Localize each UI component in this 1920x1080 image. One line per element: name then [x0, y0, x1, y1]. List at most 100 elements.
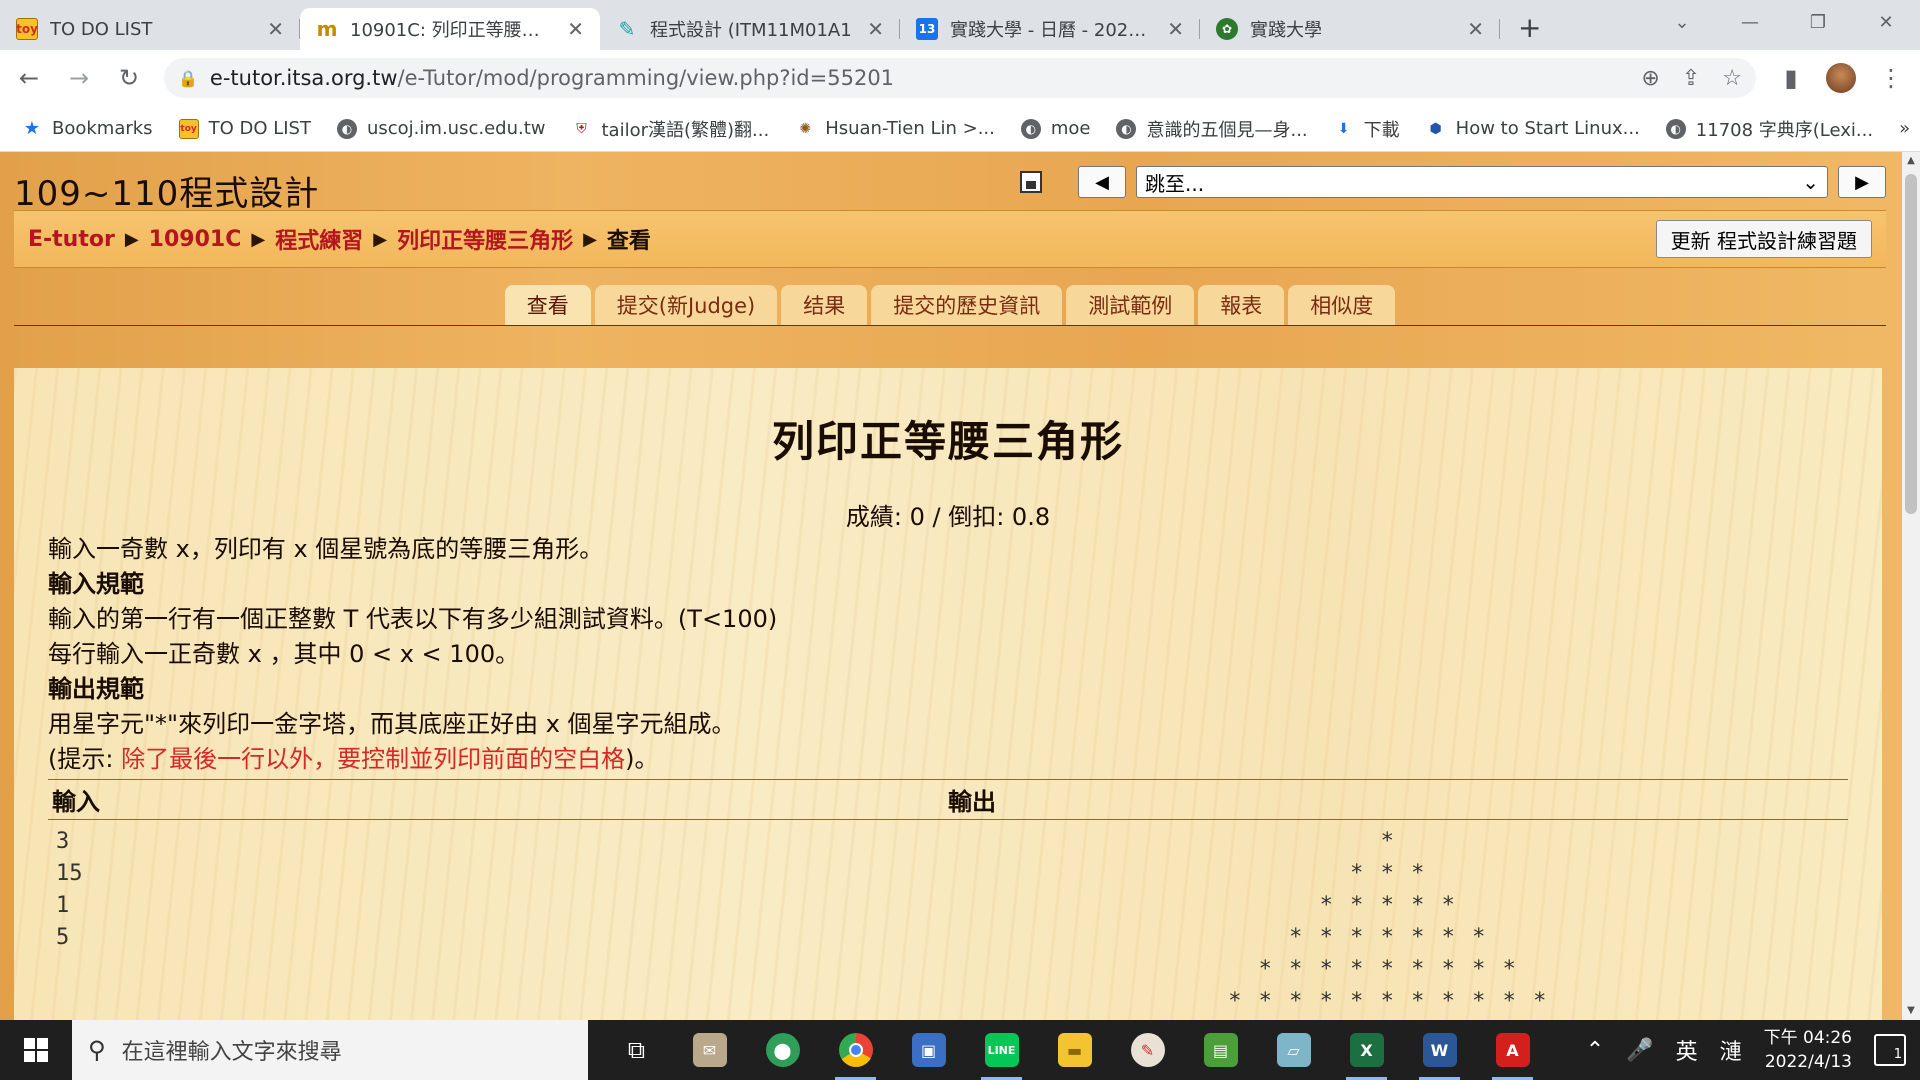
activity-navigation: ◀ 跳至... ⌄ ▶	[1020, 166, 1886, 198]
tab-result[interactable]: 结果	[781, 285, 868, 325]
notification-count: 1	[1893, 1047, 1902, 1062]
jump-to-select[interactable]: 跳至... ⌄	[1136, 166, 1828, 198]
input-line: 5	[56, 925, 70, 950]
new-tab-plus-icon[interactable]: +	[1518, 11, 1541, 44]
restore-icon[interactable]: ❐	[1784, 12, 1852, 33]
taskbar-app-word[interactable]: W	[1403, 1020, 1476, 1080]
bookmark-item[interactable]: ✺ Hsuan-Tien Lin >...	[795, 118, 995, 139]
sample-output: * * * * * * * * * * * * * * * * * * * * …	[929, 826, 1848, 1018]
tab-report[interactable]: 報表	[1198, 285, 1285, 325]
bookmarks-overflow-button[interactable]: »	[1899, 118, 1910, 139]
taskbar-app-acrobat[interactable]: A	[1476, 1020, 1549, 1080]
breadcrumb-link-etutor[interactable]: E-tutor	[28, 227, 115, 252]
output-line: * * *	[1350, 861, 1427, 886]
breadcrumb: E-tutor ▶ 10901C ▶ 程式練習 ▶ 列印正等腰三角形 ▶ 查看	[28, 223, 651, 255]
taskbar-app-sheet[interactable]: ▤	[1184, 1020, 1257, 1080]
taskbar-app-notepad[interactable]: ✉	[673, 1020, 746, 1080]
folder-icon: ▬	[1057, 1033, 1092, 1067]
taskbar-search-box[interactable]: ⚲ 在這裡輸入文字來搜尋	[72, 1020, 588, 1080]
breadcrumb-link-practice[interactable]: 程式練習	[275, 223, 363, 255]
chart-app-icon: ▤	[1203, 1033, 1238, 1067]
lock-icon[interactable]: 🔒	[178, 69, 198, 88]
bookmark-item[interactable]: toy TO DO LIST	[178, 118, 311, 139]
previous-activity-button[interactable]: ◀	[1078, 166, 1126, 198]
scroll-down-arrow-icon[interactable]: ▼	[1902, 1002, 1920, 1020]
bookmark-item[interactable]: ⛨ tailor漢語(繁體)翻...	[571, 116, 769, 142]
tab-testcases[interactable]: 測試範例	[1066, 285, 1195, 325]
taskbar-app-explorer[interactable]: ▬	[1038, 1020, 1111, 1080]
browser-tab-usc[interactable]: ✿ 實踐大學 ✕	[1200, 8, 1500, 50]
breadcrumb-link-problem[interactable]: 列印正等腰三角形	[397, 223, 573, 255]
update-exercise-button[interactable]: 更新 程式設計練習題	[1655, 220, 1872, 258]
browser-tab-calendar[interactable]: 13 實踐大學 - 日曆 - 2022年 ✕	[900, 8, 1200, 50]
input-spec-heading: 輸入規範	[48, 570, 144, 598]
tab-submit[interactable]: 提交(新Judge)	[594, 285, 778, 325]
tab-similarity[interactable]: 相似度	[1288, 285, 1396, 325]
bookmark-item[interactable]: ★ Bookmarks	[22, 118, 153, 139]
browser-tab-todo[interactable]: toy TO DO LIST ✕	[0, 8, 300, 50]
close-icon[interactable]: ✕	[267, 17, 284, 41]
hint-prefix: (提示:	[48, 745, 122, 773]
tab-history[interactable]: 提交的歷史資訊	[871, 285, 1063, 325]
bookmark-label: Hsuan-Tien Lin >...	[825, 118, 995, 139]
side-panel-icon[interactable]: ▮	[1776, 64, 1806, 92]
reload-icon[interactable]: ↻	[114, 64, 144, 92]
forward-arrow-icon[interactable]: →	[64, 64, 94, 92]
url-bar[interactable]: 🔒 e-tutor.itsa.org.tw/e-Tutor/mod/progra…	[164, 58, 1756, 98]
taskbar-app-maps[interactable]: ⬤	[746, 1020, 819, 1080]
bookmark-star-icon[interactable]: ☆	[1722, 66, 1742, 91]
menu-kebab-icon[interactable]: ⋮	[1876, 64, 1906, 92]
close-icon[interactable]: ✕	[1467, 17, 1484, 41]
breadcrumb-separator-icon: ▶	[583, 228, 597, 250]
close-icon[interactable]: ✕	[1167, 17, 1184, 41]
notification-center-icon[interactable]: 1	[1874, 1034, 1906, 1066]
taskbar-app-line[interactable]: LINE	[965, 1020, 1038, 1080]
task-view-button[interactable]: ⧉	[600, 1020, 673, 1080]
taskbar-app-excel[interactable]: X	[1330, 1020, 1403, 1080]
bookmark-item[interactable]: ◐ uscoj.im.usc.edu.tw	[336, 118, 545, 139]
tab-view[interactable]: 查看	[504, 285, 591, 325]
taskbar-clock[interactable]: 下午 04:26 2022/4/13	[1764, 1026, 1852, 1074]
todo-favicon-icon: toy	[16, 18, 38, 40]
close-icon[interactable]: ✕	[567, 17, 584, 41]
bookmark-item[interactable]: ◐ 11708 字典序(Lexi...	[1665, 116, 1873, 142]
breadcrumb-separator-icon: ▶	[373, 228, 388, 250]
scroll-up-arrow-icon[interactable]: ▲	[1902, 152, 1920, 170]
bookmark-item[interactable]: ⬇ 下載	[1334, 116, 1400, 142]
chevron-down-icon: ⌄	[1802, 170, 1819, 194]
microphone-icon[interactable]: 🎤	[1626, 1038, 1653, 1063]
minimize-icon[interactable]: —	[1716, 12, 1784, 33]
site-title: 109~110程式設計	[14, 174, 320, 214]
taskbar-app-notes[interactable]: ▱	[1257, 1020, 1330, 1080]
next-activity-button[interactable]: ▶	[1838, 166, 1886, 198]
tab-title: 實踐大學 - 日曆 - 2022年	[950, 20, 1156, 41]
ime-mode[interactable]: 漣	[1720, 1034, 1742, 1066]
taskbar-app-chrome[interactable]	[819, 1020, 892, 1080]
zoom-icon[interactable]: ⊕	[1641, 66, 1659, 91]
close-icon[interactable]: ✕	[867, 17, 884, 41]
taskbar-app-remote[interactable]: ▣	[892, 1020, 965, 1080]
save-icon[interactable]	[1020, 171, 1042, 193]
window-close-icon[interactable]: ✕	[1852, 12, 1920, 33]
breadcrumb-link-course[interactable]: 10901C	[149, 227, 242, 252]
share-icon[interactable]: ⇪	[1682, 66, 1700, 91]
start-button[interactable]	[0, 1020, 72, 1080]
taskbar-app-paint[interactable]: ✎	[1111, 1020, 1184, 1080]
scrollbar-thumb[interactable]	[1905, 174, 1917, 514]
line-chat-icon: LINE	[984, 1033, 1019, 1067]
tab-search-chevron-icon[interactable]: ⌄	[1648, 12, 1716, 33]
excel-icon: X	[1349, 1033, 1384, 1067]
bookmark-item[interactable]: ⬢ How to Start Linux...	[1426, 118, 1640, 139]
back-arrow-icon[interactable]: ←	[14, 64, 44, 92]
bookmark-item[interactable]: ◐ moe	[1020, 118, 1090, 139]
chevron-up-icon[interactable]: ⌃	[1586, 1038, 1604, 1063]
output-spec-heading: 輸出規範	[48, 675, 144, 703]
ime-language[interactable]: 英	[1676, 1034, 1698, 1066]
browser-tab-problem[interactable]: m 10901C: 列印正等腰三角形 ✕	[300, 8, 600, 50]
bookmark-item[interactable]: ◐ 意識的五個見—身...	[1116, 116, 1308, 142]
clock-date: 2022/4/13	[1764, 1052, 1852, 1072]
system-tray: ⌃ 🎤 英 漣 下午 04:26 2022/4/13 1	[1586, 1026, 1920, 1074]
page-scrollbar[interactable]: ▲ ▼	[1902, 152, 1920, 1020]
profile-avatar[interactable]	[1826, 63, 1856, 93]
browser-tab-course[interactable]: ✎ 程式設計 (ITM11M01A1 ✕	[600, 8, 900, 50]
